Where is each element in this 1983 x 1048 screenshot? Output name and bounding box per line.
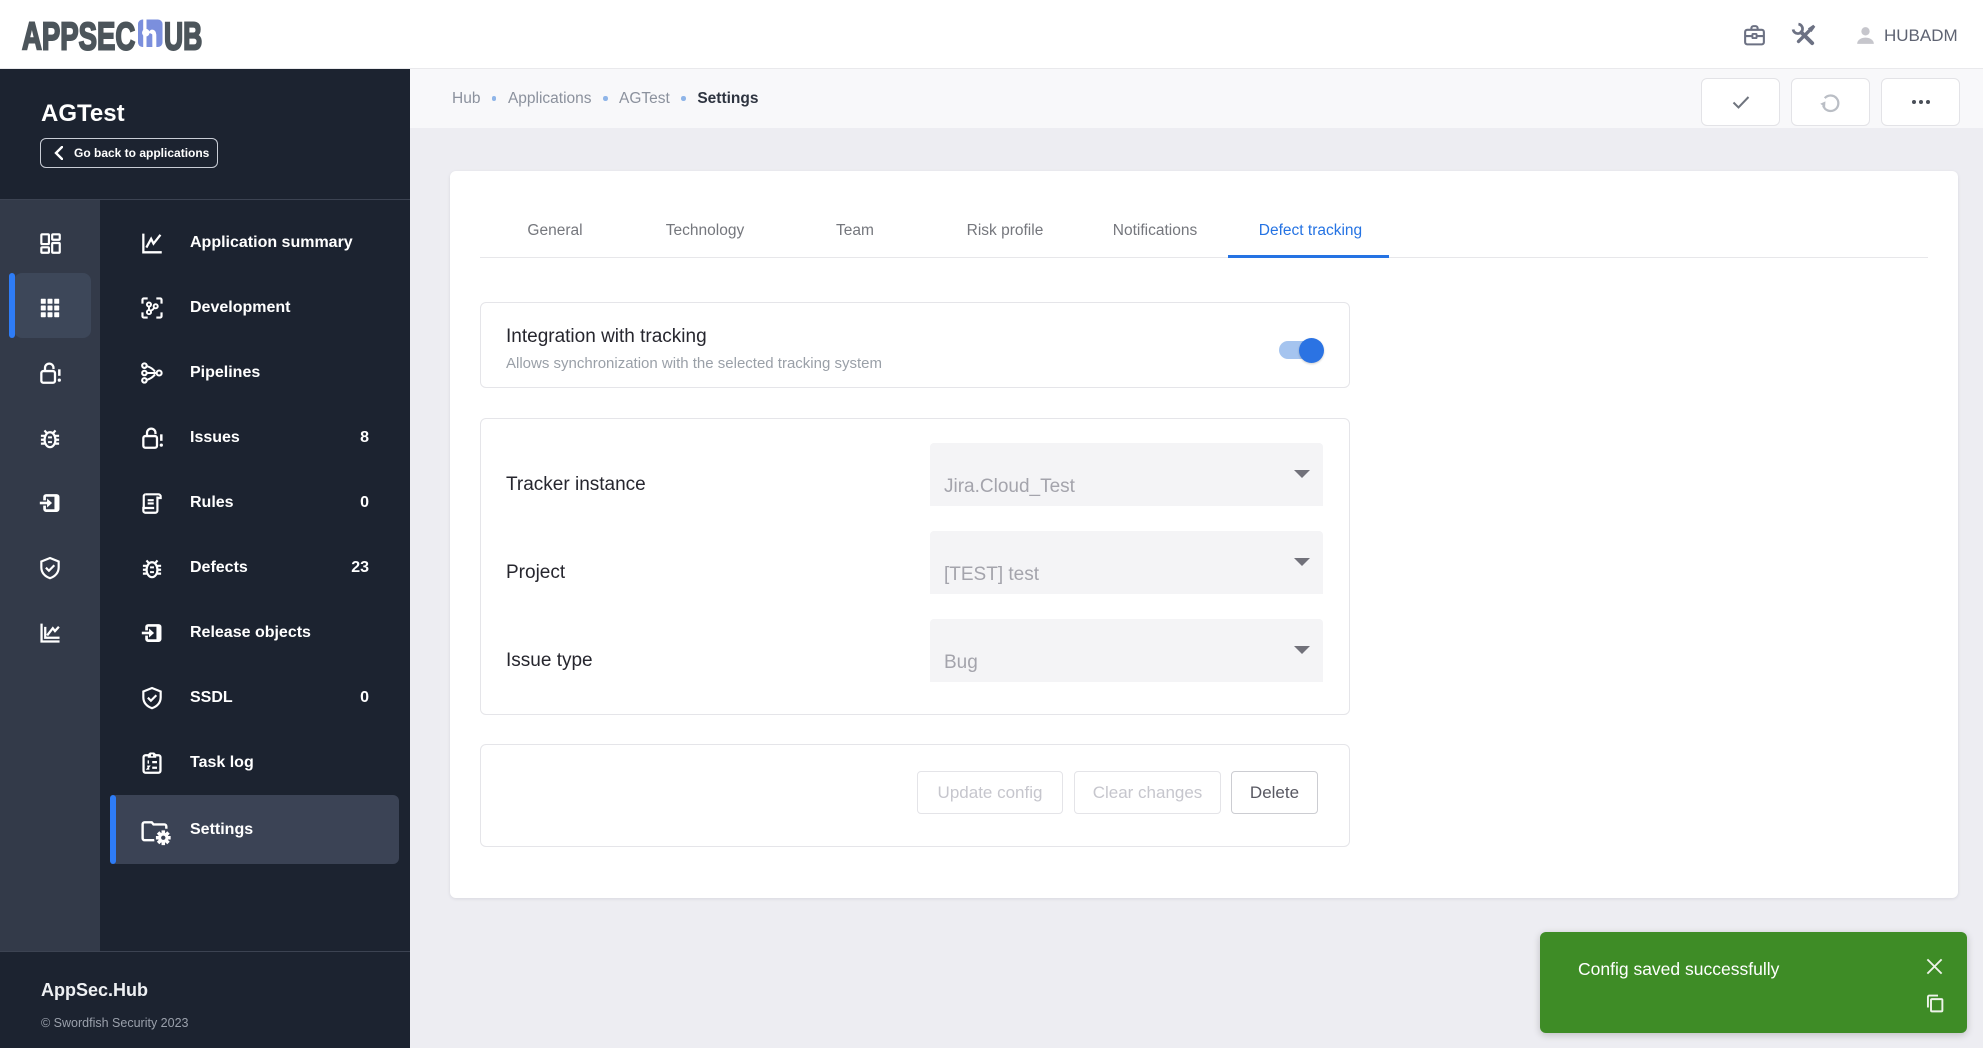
svg-text:UB: UB <box>164 16 202 59</box>
svg-text:APPSEC: APPSEC <box>22 15 135 59</box>
